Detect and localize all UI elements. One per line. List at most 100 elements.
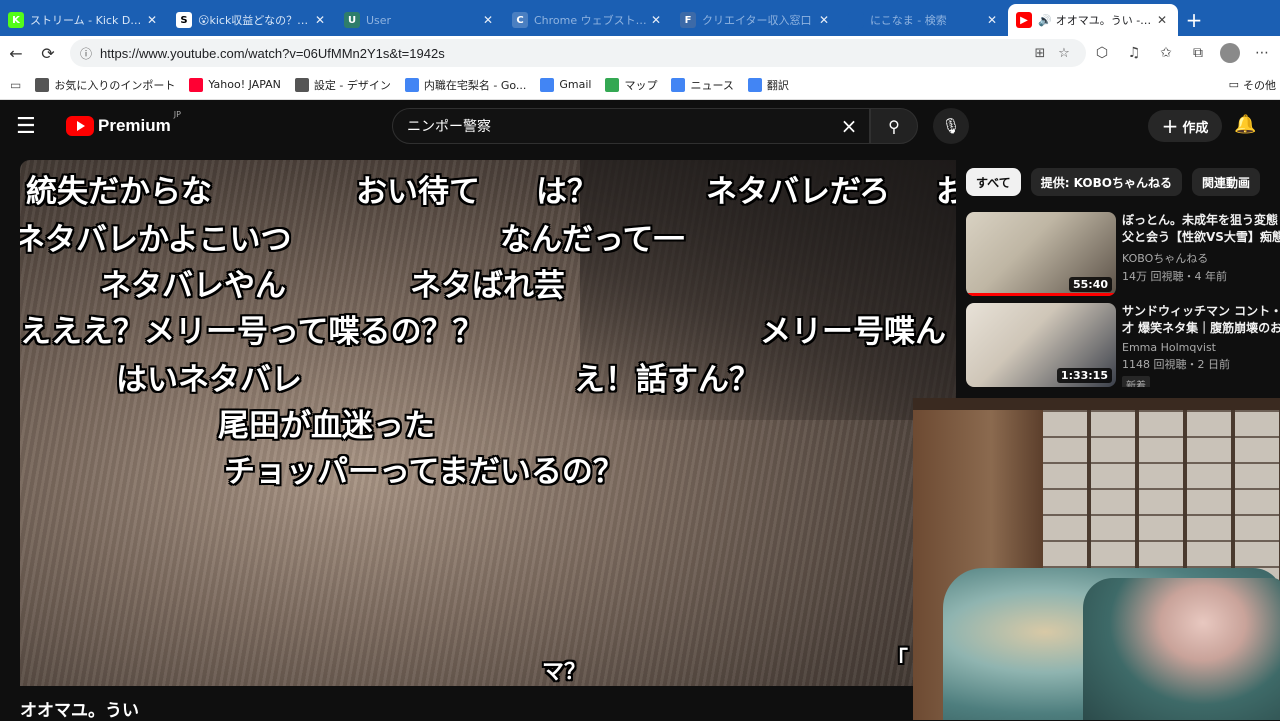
- danmaku-comment: チョッパーってまだいるの？: [224, 454, 624, 490]
- tab-favicon-icon: F: [680, 12, 696, 28]
- filter-chip[interactable]: すべて: [966, 168, 1021, 196]
- bookmark-item[interactable]: Gmail: [540, 77, 591, 92]
- tab-title: Chrome ウェブストア - 拡張: [534, 14, 648, 27]
- bookmark-item[interactable]: お気に入りのインポート: [35, 77, 175, 93]
- bookmark-item[interactable]: マップ: [605, 77, 657, 93]
- back-button[interactable]: ←: [0, 38, 32, 68]
- browser-tab[interactable]: C Chrome ウェブストア - 拡張✕: [504, 4, 672, 36]
- new-tab-button[interactable]: +: [1178, 4, 1210, 36]
- tab-close-icon[interactable]: ✕: [816, 13, 832, 27]
- tab-audio-icon[interactable]: 🔊: [1038, 14, 1052, 27]
- video-thumbnail[interactable]: 55:40: [966, 212, 1116, 296]
- danmaku-comment: はいネタバレ: [116, 362, 302, 398]
- menu-hamburger-icon[interactable]: ☰: [16, 114, 56, 139]
- search-input[interactable]: ニンポー警察: [407, 116, 829, 136]
- youtube-play-icon: [66, 116, 94, 136]
- tab-close-icon[interactable]: ✕: [1154, 13, 1170, 27]
- tab-favicon-icon: C: [512, 12, 528, 28]
- bookmark-item[interactable]: 内職在宅梨名 - Go...: [404, 77, 526, 93]
- more-menu-icon[interactable]: ⋯: [1246, 38, 1278, 68]
- media-control-icon[interactable]: ♫: [1118, 38, 1150, 68]
- import-icon: [35, 77, 50, 92]
- collections-icon[interactable]: ⧉: [1182, 38, 1214, 68]
- tab-favicon-icon: S: [176, 12, 192, 28]
- recommended-video[interactable]: 55:40 ぼっとん。未成年を狙う変態 父と会う【性欲VS大雪】痴態 KOBOちゃんね…: [966, 212, 1280, 296]
- bookmark-label: 翻訳: [766, 78, 789, 92]
- webcam-overlay: [913, 398, 1280, 720]
- favorites-icon[interactable]: ✩: [1150, 38, 1182, 68]
- address-bar[interactable]: ⓘ https://www.youtube.com/watch?v=06UfMM…: [70, 39, 1086, 67]
- microphone-icon: 🎙: [941, 117, 961, 135]
- reload-button[interactable]: ⟳: [32, 38, 64, 68]
- favorite-star-icon[interactable]: ☆: [1052, 46, 1076, 61]
- filter-chip[interactable]: 関連動画: [1191, 168, 1260, 196]
- new-badge: 新着: [1122, 376, 1150, 387]
- profile-avatar[interactable]: [1220, 43, 1240, 63]
- tab-actions-icon[interactable]: ▭: [10, 78, 21, 92]
- video-meta: ぼっとん。未成年を狙う変態 父と会う【性欲VS大雪】痴態 KOBOちゃんねる 14万 …: [1122, 212, 1280, 296]
- danmaku-comment: え！話すん？: [574, 362, 760, 398]
- tab-close-icon[interactable]: ✕: [984, 13, 1000, 27]
- video-title-line[interactable]: 父と会う【性欲VS大雪】痴態: [1122, 229, 1280, 246]
- video-meta: サンドウィッチマン コント・才 爆笑ネタ集｜腹筋崩壊のお Emma Holmqvi…: [1122, 303, 1280, 387]
- folder-icon: ▭: [1228, 78, 1239, 91]
- danmaku-comment: 統失だからな: [26, 174, 212, 210]
- browser-tab[interactable]: にこなま - 検索 ✕: [840, 4, 1008, 36]
- extensions-icon[interactable]: ⬡: [1086, 38, 1118, 68]
- browser-tab[interactable]: S 😮kick収益どなの？😮 Ab✕: [168, 4, 336, 36]
- channel-name[interactable]: Emma Holmqvist: [1122, 341, 1280, 354]
- bookmark-item[interactable]: 設定 - デザイン: [294, 77, 391, 93]
- danmaku-comment: 尾田が血迷った: [218, 408, 435, 444]
- browser-tab[interactable]: F クリエイター収入窓口 ✕: [672, 4, 840, 36]
- tab-close-icon[interactable]: ✕: [648, 13, 664, 27]
- clear-search-icon[interactable]: ×: [829, 114, 869, 138]
- bookmark-item[interactable]: 翻訳: [747, 77, 789, 93]
- browser-tab[interactable]: K ストリーム - Kick Dashboard✕: [0, 4, 168, 36]
- youtube-logo[interactable]: Premium JP: [66, 110, 181, 136]
- site-info-icon[interactable]: ⓘ: [80, 45, 92, 62]
- notifications-bell-icon[interactable]: 🔔: [1234, 114, 1256, 135]
- youtube-header: ☰ Premium JP ニンポー警察 × ⚲ 🎙 + 作成 🔔: [0, 100, 1280, 152]
- video-title-line[interactable]: 才 爆笑ネタ集｜腹筋崩壊のお: [1122, 320, 1280, 337]
- folder-label: その他: [1243, 78, 1276, 92]
- google-icon: [540, 77, 555, 92]
- view-count: 14万 回視聴・4 年前: [1122, 270, 1227, 283]
- search-box[interactable]: ニンポー警察 ×: [392, 108, 870, 144]
- tab-close-icon[interactable]: ✕: [144, 13, 160, 27]
- channel-name[interactable]: KOBOちゃんねる: [1122, 250, 1280, 266]
- video-duration: 55:40: [1068, 277, 1112, 292]
- search-button[interactable]: ⚲: [870, 108, 918, 144]
- browser-tab[interactable]: U User ✕: [336, 4, 504, 36]
- other-bookmarks-folder[interactable]: ▭ その他: [1229, 77, 1276, 93]
- voice-search-button[interactable]: 🎙: [933, 108, 969, 144]
- globe-icon: [294, 77, 309, 92]
- region-label: JP: [173, 110, 181, 119]
- tab-close-icon[interactable]: ✕: [312, 13, 328, 27]
- recommended-video[interactable]: 1:33:15 サンドウィッチマン コント・才 爆笑ネタ集｜腹筋崩壊のお Emma …: [966, 303, 1280, 387]
- tab-close-icon[interactable]: ✕: [480, 13, 496, 27]
- google-icon: [404, 77, 419, 92]
- tab-title: 😮kick収益どなの？😮 Ab: [198, 14, 312, 27]
- tab-title: User: [366, 13, 392, 27]
- bookmark-item[interactable]: Yahoo! JAPAN: [189, 77, 281, 92]
- yahoo-icon: [189, 77, 204, 92]
- video-player[interactable]: 統失だからな おい待て は？ ネタバレだろ おネタバレかよこいつ なんだって一 ネタバレやん…: [20, 160, 956, 686]
- app-available-icon[interactable]: ⊞: [1028, 46, 1052, 61]
- address-url[interactable]: https://www.youtube.com/watch?v=06UfMMn2…: [100, 46, 1028, 61]
- danmaku-comment: お: [936, 174, 956, 210]
- video-thumbnail[interactable]: 1:33:15: [966, 303, 1116, 387]
- video-title-line[interactable]: ぼっとん。未成年を狙う変態: [1122, 212, 1280, 229]
- bookmark-item[interactable]: ニュース: [671, 77, 734, 93]
- tab-favicon-icon: U: [344, 12, 360, 28]
- danmaku-comment: えええ？メリー号って喋るの？？: [20, 314, 484, 350]
- browser-tab-strip: Kストリーム - Kick Dashboard✕ S 😮kick収益どなの？😮 Ab…: [0, 0, 1280, 36]
- danmaku-comment: ネタバレかよこいつ: [20, 222, 292, 258]
- filter-chip[interactable]: 提供: KOBOちゃんねる: [1030, 168, 1182, 196]
- tab-favicon-icon: [848, 12, 864, 28]
- create-button[interactable]: + 作成: [1148, 110, 1222, 142]
- tab-title: にこなま - 検索: [870, 14, 947, 27]
- browser-tab[interactable]: ▶ 🔊オオマユ。うい - YouTube✕: [1008, 4, 1178, 36]
- tab-title: クリエイター収入窓口: [702, 14, 812, 27]
- video-title-line[interactable]: サンドウィッチマン コント・: [1122, 303, 1280, 320]
- plus-icon: +: [1161, 114, 1179, 138]
